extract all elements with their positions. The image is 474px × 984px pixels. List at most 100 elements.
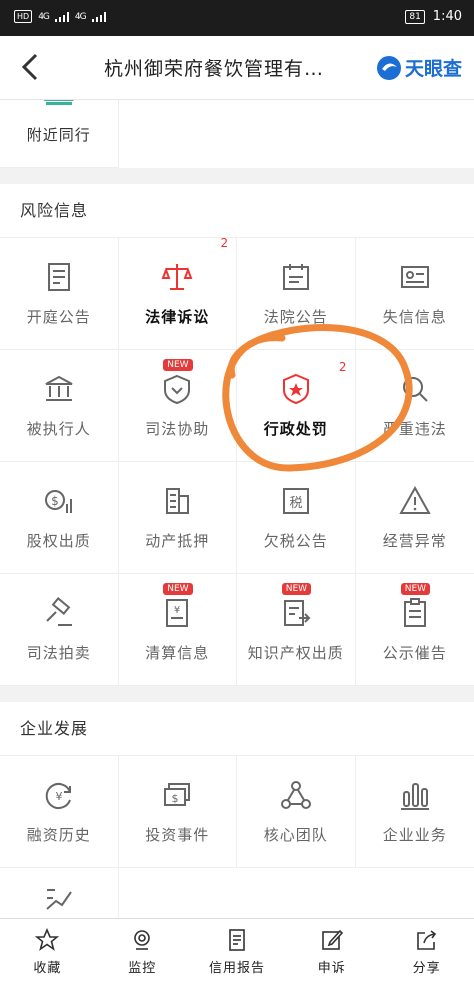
bank-icon: [45, 375, 73, 401]
new-badge: NEW: [163, 583, 193, 595]
grid-item-label: 附近同行: [26, 126, 91, 144]
grid-item-label: 严重违法: [382, 420, 447, 438]
nearby-section: 附近同行: [0, 100, 474, 168]
grid-item-financing-history[interactable]: ¥ 融资历史: [0, 756, 119, 868]
tab-label: 信用报告: [208, 960, 265, 976]
new-badge: NEW: [400, 583, 431, 595]
grid-item-label: 经营异常: [382, 532, 447, 550]
grid-item-serious-violation[interactable]: 严重违法: [355, 350, 474, 462]
grid-item-label: 企业业务: [382, 826, 447, 844]
new-badge: NEW: [281, 583, 312, 595]
grid-item-nearby[interactable]: 附近同行: [0, 100, 119, 168]
shield-heart-icon: [164, 374, 191, 405]
grid-item-label: 法律诉讼: [145, 308, 210, 326]
grid-item-label: 欠税公告: [263, 532, 328, 550]
grid-item-abnormal-operation[interactable]: 经营异常: [355, 462, 474, 574]
grid-item-court-notice[interactable]: 开庭公告: [0, 238, 119, 350]
camera-icon: [134, 929, 150, 950]
risk-grid: 开庭公告 2 法律诉讼 法院公告 失信信息 被执行人 NEW 司法协助 2 行政…: [0, 236, 474, 686]
bottom-tab-bar: 收藏 监控 信用报告 申诉 分享: [0, 918, 474, 984]
signal-bars-icon: [54, 11, 69, 22]
count-badge: 2: [338, 360, 347, 374]
signal-1: 4G: [38, 11, 50, 22]
grid-item-equity-pledge[interactable]: $ 股权出质: [0, 462, 119, 574]
grid-item-core-team[interactable]: 核心团队: [237, 756, 356, 868]
dollar-cards-icon: $: [164, 783, 191, 806]
grid-item-liquidation[interactable]: NEW ¥ 清算信息: [118, 574, 237, 686]
svg-text:税: 税: [289, 496, 302, 511]
count-badge: 2: [220, 236, 229, 250]
battery-indicator: 81: [405, 9, 425, 24]
calendar-icon: [282, 264, 309, 290]
section-title-risk: 风险信息: [0, 184, 474, 238]
grid-item-investment-events[interactable]: $ 投资事件: [118, 756, 237, 868]
grid-item-label: 融资历史: [26, 826, 91, 844]
grid-item-executed-person[interactable]: 被执行人: [0, 350, 119, 462]
grid-item-public-notice[interactable]: NEW 公示催告: [355, 574, 474, 686]
grid-item-label: 法院公告: [263, 308, 328, 326]
new-badge: NEW: [163, 359, 193, 371]
building-icon: [166, 488, 190, 514]
tab-label: 收藏: [33, 960, 62, 976]
edit-icon: [321, 929, 343, 950]
dollar-chart-icon: $: [44, 490, 72, 513]
tab-label: 分享: [412, 960, 441, 976]
nav-bar: 杭州御荣府餐饮管理有… 天眼查: [0, 36, 474, 100]
grid-item-label: 动产抵押: [145, 532, 210, 550]
brand-logo: 天眼查: [376, 54, 462, 81]
grid-item-dishonest[interactable]: 失信信息: [355, 238, 474, 350]
yen-doc-icon: ¥: [166, 599, 189, 627]
grid-item-tax-arrears[interactable]: 税 欠税公告: [237, 462, 356, 574]
tianyancha-logo-icon: [376, 55, 401, 80]
grid-item-label: 投资事件: [145, 826, 210, 844]
search-doc-icon: [402, 377, 428, 402]
back-arrow-icon[interactable]: [16, 50, 46, 84]
scales-icon: [161, 264, 193, 290]
star-icon: [35, 927, 60, 951]
grid-item-label: 公示催告: [382, 644, 447, 662]
svg-text:¥: ¥: [174, 605, 180, 616]
yen-cycle-icon: ¥: [45, 783, 71, 809]
grid-item-label: 清算信息: [145, 644, 210, 662]
badge-star-icon: [282, 373, 309, 405]
grid-item-chattel-mortgage[interactable]: 动产抵押: [118, 462, 237, 574]
grid-item-label: 股权出质: [26, 532, 91, 550]
main-content: 附近同行 风险信息 开庭公告 2 法律诉讼 法院公告 失信信息 被执行人 NEW…: [0, 100, 474, 938]
grid-item-judicial-assistance[interactable]: NEW 司法协助: [118, 350, 237, 462]
map-pin-icon: [43, 100, 74, 105]
page-title: 杭州御荣府餐饮管理有…: [104, 58, 325, 80]
section-title-development: 企业发展: [0, 702, 474, 756]
court-notice-icon: [47, 263, 70, 291]
ip-doc-icon: [283, 600, 311, 626]
grid-item-lawsuit[interactable]: 2 法律诉讼: [118, 236, 237, 350]
grid-item-label: 司法拍卖: [26, 644, 91, 662]
grid-item-label: 知识产权出质: [247, 644, 344, 662]
tab-label: 监控: [128, 960, 157, 976]
tab-monitor[interactable]: 监控: [95, 919, 190, 984]
trend-icon: [46, 889, 72, 910]
grid-item-label: 开庭公告: [26, 308, 91, 326]
grid-item-judicial-auction[interactable]: 司法拍卖: [0, 574, 119, 686]
gavel-icon: [46, 597, 72, 626]
brand-logo-text: 天眼查: [404, 58, 462, 80]
grid-item-label: 司法协助: [145, 420, 210, 438]
hd-indicator: HD: [14, 10, 33, 23]
status-bar: HD 4G 4G 81 1:40: [0, 0, 474, 36]
grid-item-label: 被执行人: [26, 420, 91, 438]
grid-item-ip-pledge[interactable]: NEW 知识产权出质: [237, 574, 356, 686]
signal-2: 4G: [74, 11, 87, 22]
development-grid: ¥ 融资历史 $ 投资事件 核心团队 企业业务: [0, 756, 474, 938]
grid-item-label: 核心团队: [263, 826, 328, 844]
grid-item-label: 失信信息: [382, 308, 447, 326]
tab-favorite[interactable]: 收藏: [0, 919, 95, 984]
svg-text:$: $: [51, 494, 59, 508]
tab-share[interactable]: 分享: [379, 919, 474, 984]
clock: 1:40: [432, 9, 462, 24]
tab-appeal[interactable]: 申诉: [284, 919, 379, 984]
grid-item-business[interactable]: 企业业务: [355, 756, 474, 868]
tax-icon: 税: [282, 488, 309, 514]
tab-credit-report[interactable]: 信用报告: [190, 919, 285, 984]
grid-item-court-announcement[interactable]: 法院公告: [237, 238, 356, 350]
grid-item-admin-penalty[interactable]: 2 行政处罚: [237, 350, 356, 462]
signal-bars-icon: [91, 11, 106, 22]
